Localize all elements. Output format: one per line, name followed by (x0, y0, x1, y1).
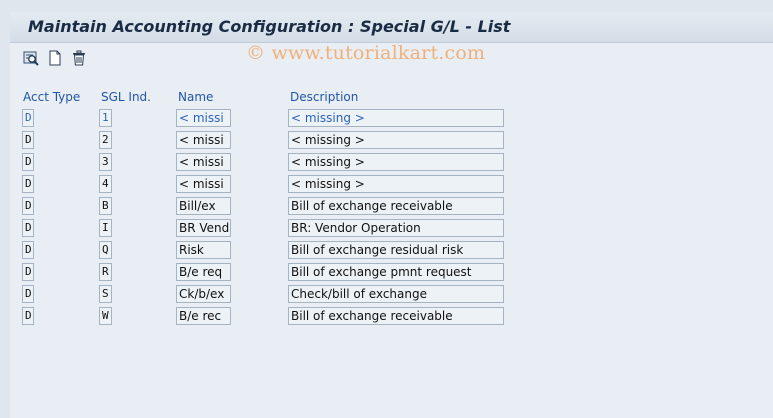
title-bar: Maintain Accounting Configuration : Spec… (10, 12, 773, 43)
sgl-ind-cell[interactable]: 3 (99, 153, 112, 171)
delete-button[interactable] (70, 50, 88, 70)
name-cell[interactable]: BR Vend (176, 219, 231, 237)
sgl-ind-cell[interactable]: I (99, 219, 112, 237)
acct-type-cell[interactable]: D (22, 175, 34, 193)
name-cell[interactable]: < missi (176, 131, 231, 149)
sgl-ind-cell[interactable]: 2 (99, 131, 112, 149)
name-cell[interactable]: < missi (176, 153, 231, 171)
name-cell[interactable]: B/e req (176, 263, 231, 281)
name-cell[interactable]: Ck/b/ex (176, 285, 231, 303)
name-cell[interactable]: B/e rec (176, 307, 231, 325)
acct-type-cell[interactable]: D (22, 307, 34, 325)
table-row: D 1 < missi < missing > (0, 109, 773, 129)
sgl-ind-cell[interactable]: W (99, 307, 112, 325)
sgl-ind-cell[interactable]: R (99, 263, 112, 281)
table-row: D 2 < missi < missing > (0, 131, 773, 151)
table-row: D 4 < missi < missing > (0, 175, 773, 195)
table-row: D Q Risk Bill of exchange residual risk (0, 241, 773, 261)
acct-type-cell[interactable]: D (22, 241, 34, 259)
acct-type-cell[interactable]: D (22, 153, 34, 171)
acct-type-cell[interactable]: D (22, 197, 34, 215)
sgl-ind-cell[interactable]: B (99, 197, 112, 215)
table-row: D 3 < missi < missing > (0, 153, 773, 173)
watermark-text: © www.tutorialkart.com (246, 42, 486, 64)
acct-type-cell[interactable]: D (22, 285, 34, 303)
column-header-acct-type: Acct Type (23, 90, 81, 104)
sgl-ind-cell[interactable]: S (99, 285, 112, 303)
description-cell[interactable]: Check/bill of exchange (288, 285, 504, 303)
sgl-ind-cell[interactable]: 4 (99, 175, 112, 193)
acct-type-cell[interactable]: D (22, 219, 34, 237)
name-cell[interactable]: < missi (176, 109, 231, 127)
description-cell[interactable]: < missing > (288, 175, 504, 193)
delete-icon (71, 50, 87, 70)
acct-type-cell[interactable]: D (22, 131, 34, 149)
acct-type-cell[interactable]: D (22, 263, 34, 281)
description-cell[interactable]: Bill of exchange receivable (288, 197, 504, 215)
description-cell[interactable]: BR: Vendor Operation (288, 219, 504, 237)
details-icon (23, 50, 39, 70)
page-title: Maintain Accounting Configuration : Spec… (28, 17, 511, 36)
column-header-sgl-ind: SGL Ind. (101, 90, 151, 104)
description-cell[interactable]: Bill of exchange residual risk (288, 241, 504, 259)
table-row: D B Bill/ex Bill of exchange receivable (0, 197, 773, 217)
new-entry-button[interactable] (46, 50, 64, 70)
description-cell[interactable]: < missing > (288, 153, 504, 171)
column-header-name: Name (178, 90, 214, 104)
name-cell[interactable]: Risk (176, 241, 231, 259)
description-cell[interactable]: < missing > (288, 131, 504, 149)
name-cell[interactable]: Bill/ex (176, 197, 231, 215)
name-cell[interactable]: < missi (176, 175, 231, 193)
table-row: D W B/e rec Bill of exchange receivable (0, 307, 773, 327)
acct-type-cell[interactable]: D (22, 109, 34, 127)
application-toolbar (22, 50, 88, 70)
description-cell[interactable]: < missing > (288, 109, 504, 127)
table-row: D S Ck/b/ex Check/bill of exchange (0, 285, 773, 305)
description-cell[interactable]: Bill of exchange receivable (288, 307, 504, 325)
details-button[interactable] (22, 51, 40, 69)
sgl-ind-cell[interactable]: Q (99, 241, 112, 259)
new-entry-icon (47, 50, 63, 70)
table-row: D I BR Vend BR: Vendor Operation (0, 219, 773, 239)
description-cell[interactable]: Bill of exchange pmnt request (288, 263, 504, 281)
table-row: D R B/e req Bill of exchange pmnt reques… (0, 263, 773, 283)
column-header-description: Description (290, 90, 359, 104)
sgl-ind-cell[interactable]: 1 (99, 109, 112, 127)
